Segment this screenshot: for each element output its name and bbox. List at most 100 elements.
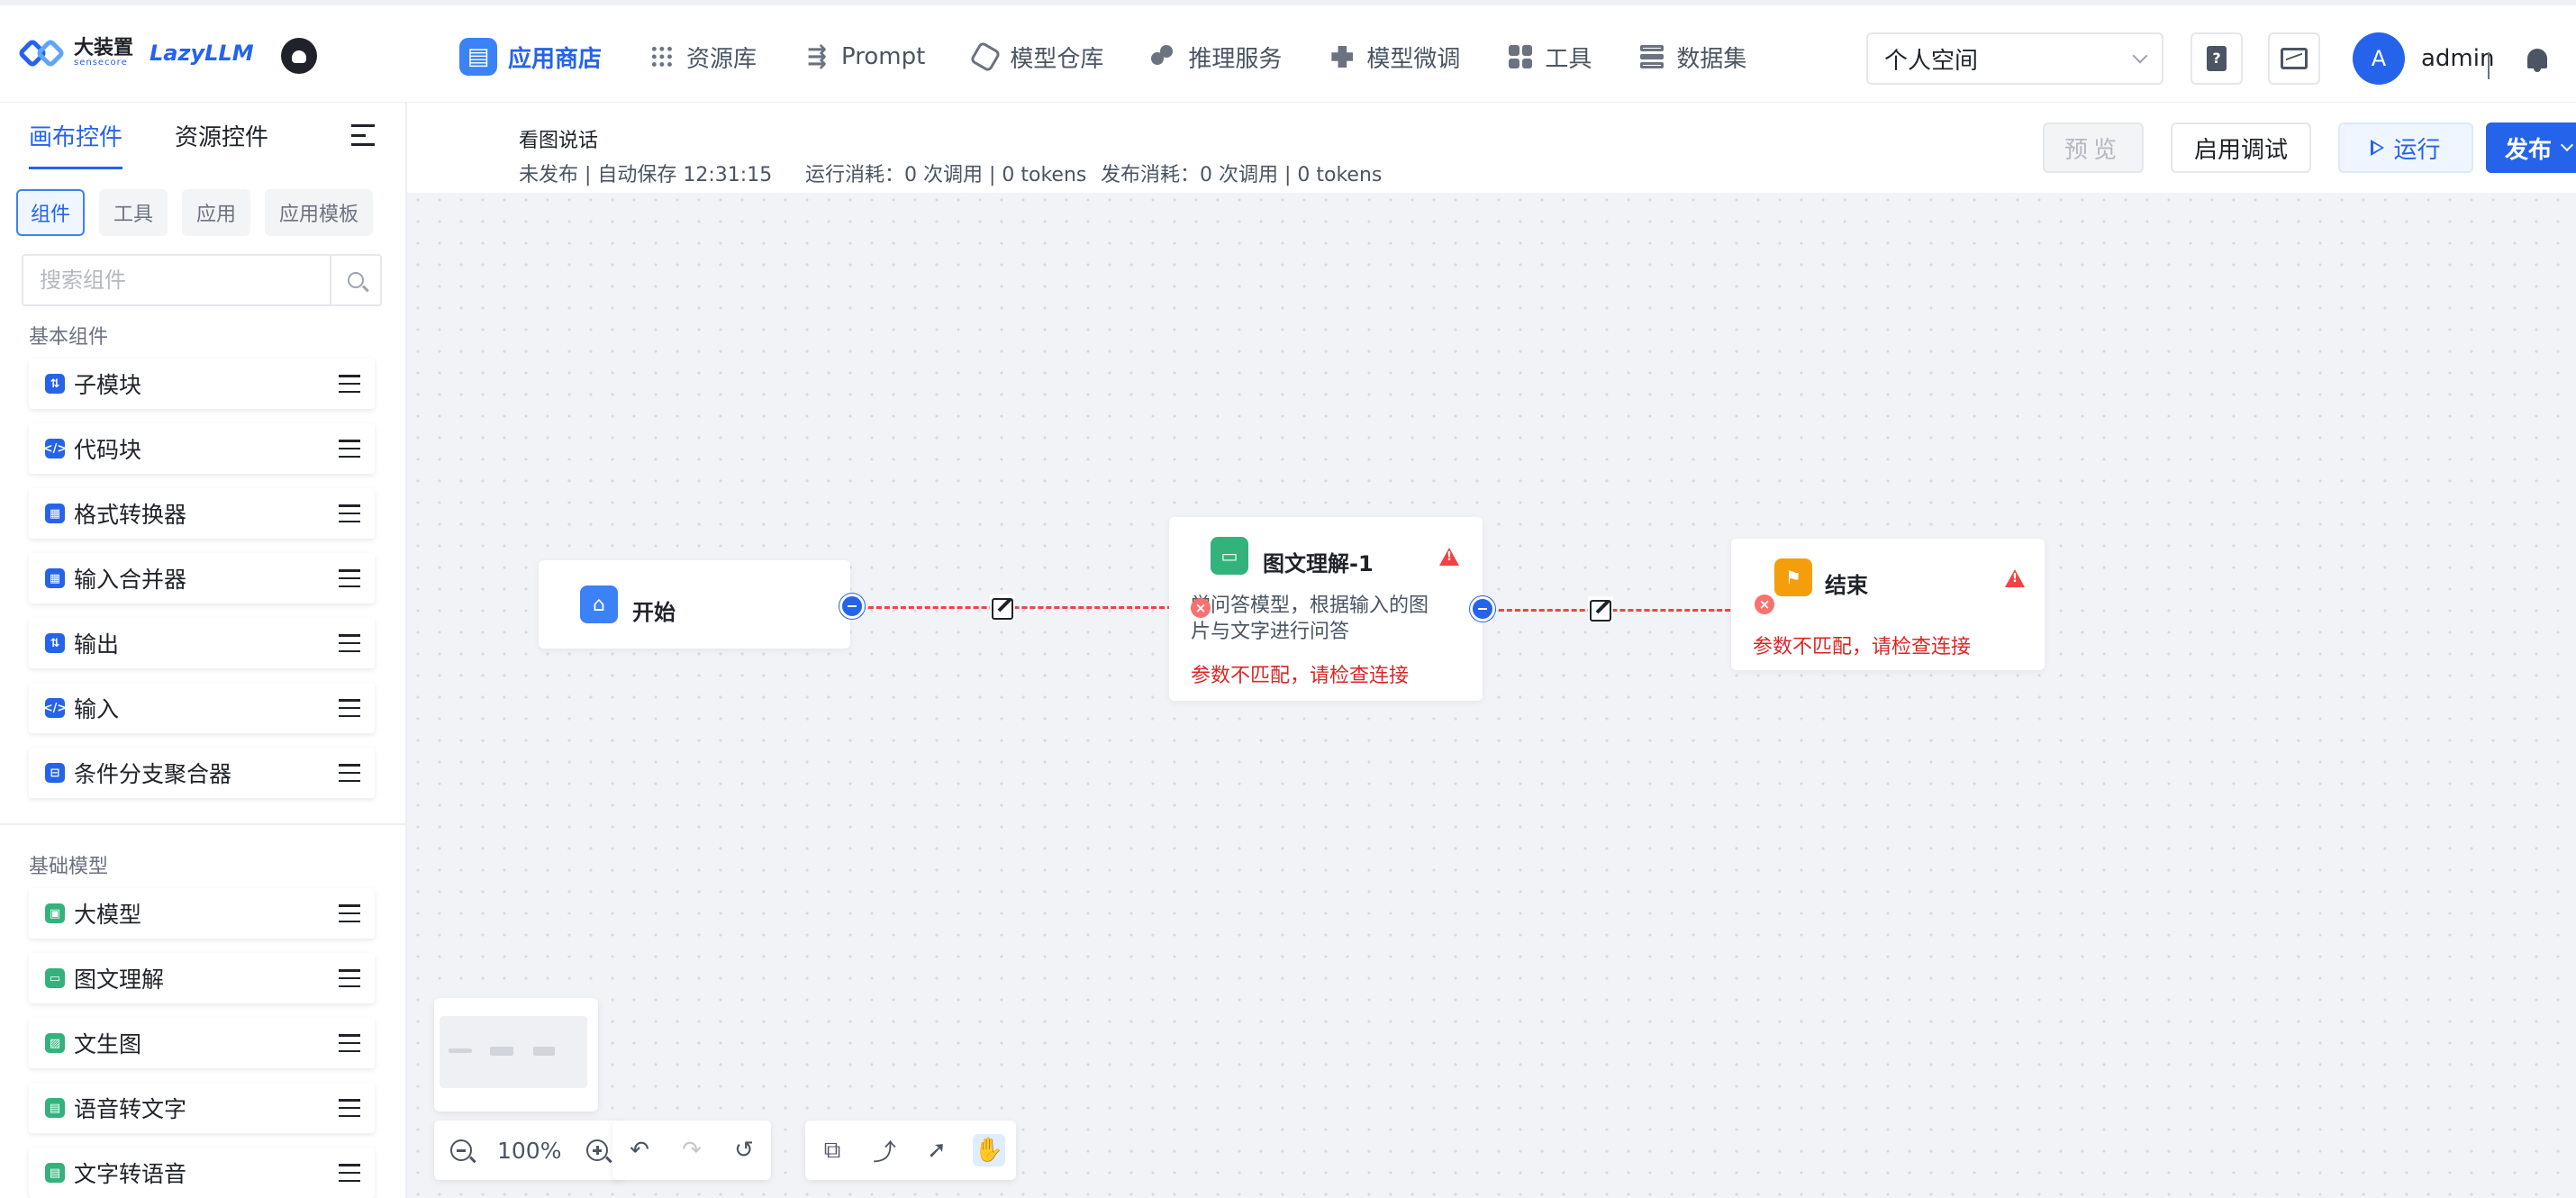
- drag-handle-icon[interactable]: [339, 634, 360, 652]
- preview-button[interactable]: 预览: [2043, 123, 2144, 173]
- section-basic-components: 基本组件: [29, 326, 109, 349]
- list-item-code-block[interactable]: </> 代码块: [29, 423, 375, 474]
- search-button[interactable]: [330, 256, 380, 304]
- nav-datasets[interactable]: 数据集: [1638, 36, 1746, 77]
- main-menu: ▤ 应用商店 资源库 ⇶ Prompt 模型仓库 推理服务 模型微调 工具 数据…: [459, 36, 1793, 77]
- list-item-submodule[interactable]: ⇅ 子模块: [29, 358, 375, 409]
- logo-sub-text: sensecore: [74, 58, 128, 68]
- user-menu-chevron-icon[interactable]: [2488, 52, 2490, 79]
- puzzle-icon: [1331, 46, 1354, 68]
- user-name[interactable]: admin: [2421, 45, 2494, 72]
- error-x-icon: ×: [1191, 598, 1211, 618]
- list-item-text-to-image[interactable]: ▨ 文生图: [29, 1018, 375, 1068]
- list-item-label: 输入: [74, 696, 120, 722]
- collapse-sidebar-icon[interactable]: [351, 124, 375, 146]
- drag-handle-icon[interactable]: [339, 764, 360, 782]
- search-input[interactable]: [23, 256, 330, 304]
- node-vqa[interactable]: ▭ 图文理解-1 觉问答模型，根据输入的图 片与文字进行问答 参数不匹配，请检查…: [1169, 517, 1483, 701]
- node-end[interactable]: ⚑ 结束 参数不匹配，请检查连接: [1731, 539, 2045, 670]
- nav-app-store[interactable]: ▤ 应用商店: [459, 36, 602, 77]
- minimap-node: [490, 1047, 513, 1056]
- brand-logo[interactable]: 大装置 sensecore LazyLLM: [17, 38, 254, 68]
- drag-handle-icon[interactable]: [339, 1034, 360, 1052]
- debug-button[interactable]: 启用调试: [2171, 123, 2311, 173]
- edit-edge-icon[interactable]: [990, 594, 1015, 620]
- github-icon[interactable]: [281, 38, 317, 74]
- space-select[interactable]: 个人空间: [1866, 32, 2163, 85]
- list-item-label: 输出: [74, 631, 120, 658]
- nav-label: 工具: [1545, 45, 1592, 73]
- output-port[interactable]: [839, 594, 865, 619]
- zoom-out-button[interactable]: [445, 1134, 477, 1166]
- warning-icon: [2005, 569, 2025, 587]
- section-base-models: 基础模型: [29, 856, 109, 878]
- drag-handle-icon[interactable]: [339, 1099, 360, 1117]
- drag-handle-icon[interactable]: [339, 969, 360, 987]
- zoom-in-button[interactable]: [581, 1134, 613, 1166]
- save-status: 未发布 | 自动保存 12:31:15: [519, 164, 773, 186]
- nav-model-repo[interactable]: 模型仓库: [969, 36, 1103, 77]
- zoom-out-icon: [450, 1139, 476, 1163]
- hand-icon[interactable]: ✋: [973, 1134, 1005, 1166]
- minimap[interactable]: [434, 998, 598, 1112]
- nav-resource-library[interactable]: 资源库: [649, 36, 757, 77]
- workflow-canvas[interactable]: 看图说话 未发布 | 自动保存 12:31:15 运行消耗：0 次调用 | 0 …: [407, 103, 2576, 1198]
- list-item-output[interactable]: ⇅ 输出: [29, 618, 375, 668]
- layout-icon[interactable]: ⧉: [816, 1134, 848, 1166]
- prompt-icon: ⇶: [807, 43, 827, 70]
- bell-icon[interactable]: [2527, 49, 2547, 72]
- drag-handle-icon[interactable]: [339, 1164, 360, 1182]
- list-item-format-converter[interactable]: ▦ 格式转换器: [29, 488, 375, 539]
- list-item-branch-aggregator[interactable]: ⊟ 条件分支聚合器: [29, 748, 375, 798]
- list-item-input-merger[interactable]: ▦ 输入合并器: [29, 553, 375, 604]
- redo-icon[interactable]: ↷: [676, 1134, 708, 1166]
- tab-resource-controls[interactable]: 资源控件: [175, 119, 268, 169]
- chip-components[interactable]: 组件: [16, 189, 86, 236]
- zoom-level[interactable]: 100%: [497, 1138, 561, 1164]
- drag-handle-icon[interactable]: [339, 504, 360, 522]
- list-item-text-to-speech[interactable]: ▤ 文字转语音: [29, 1148, 375, 1198]
- list-item-speech-to-text[interactable]: ▤ 语音转文字: [29, 1083, 375, 1133]
- avatar[interactable]: A: [2353, 32, 2405, 85]
- drag-handle-icon[interactable]: [339, 440, 360, 458]
- nav-inference[interactable]: 推理服务: [1150, 36, 1282, 77]
- text-to-image-icon: ▨: [45, 1033, 65, 1053]
- pointer-icon[interactable]: ➚: [921, 1134, 953, 1166]
- output-port[interactable]: [1470, 596, 1495, 622]
- drag-handle-icon[interactable]: [339, 569, 360, 587]
- docs-button[interactable]: ?: [2191, 32, 2243, 85]
- flag-icon: ⚑: [1774, 558, 1812, 596]
- llm-icon: ▣: [45, 903, 65, 923]
- drag-handle-icon[interactable]: [339, 904, 360, 922]
- run-button[interactable]: 运行: [2338, 123, 2473, 173]
- monitor-button[interactable]: [2268, 32, 2320, 85]
- tab-canvas-controls[interactable]: 画布控件: [29, 119, 123, 169]
- list-item-vqa[interactable]: ▭ 图文理解: [29, 953, 375, 1003]
- list-item-llm[interactable]: ▣ 大模型: [29, 888, 375, 939]
- edit-edge-icon[interactable]: [1588, 596, 1613, 622]
- chip-app-templates[interactable]: 应用模板: [265, 189, 374, 236]
- node-start[interactable]: ⌂ 开始: [539, 560, 850, 649]
- undo-icon[interactable]: ↶: [623, 1134, 656, 1166]
- app-title[interactable]: 看图说话: [519, 124, 598, 153]
- edge-vqa-to-end[interactable]: [1483, 609, 1771, 612]
- play-icon: [2371, 140, 2385, 156]
- cloud-icon: [1151, 45, 1176, 68]
- nav-finetune[interactable]: 模型微调: [1329, 36, 1460, 77]
- search-icon: [348, 272, 364, 288]
- input-icon: </>: [43, 698, 67, 718]
- nav-tools[interactable]: 工具: [1507, 36, 1592, 77]
- chevron-down-icon: [2560, 138, 2574, 152]
- chip-tools[interactable]: 工具: [99, 189, 168, 236]
- nav-label: 模型微调: [1366, 45, 1461, 73]
- list-item-input[interactable]: </> 输入: [29, 683, 375, 733]
- chip-apps[interactable]: 应用: [182, 189, 251, 236]
- drag-handle-icon[interactable]: [339, 375, 360, 393]
- drag-handle-icon[interactable]: [339, 699, 360, 717]
- nav-prompt[interactable]: ⇶ Prompt: [803, 36, 925, 77]
- publish-cost: 发布消耗：0 次调用 | 0 tokens: [1101, 164, 1383, 186]
- branch-aggregator-icon: ⊟: [45, 763, 65, 783]
- connector-icon[interactable]: ⤴: [868, 1134, 901, 1166]
- history-icon[interactable]: ↺: [728, 1134, 760, 1166]
- publish-button[interactable]: 发布: [2486, 123, 2576, 173]
